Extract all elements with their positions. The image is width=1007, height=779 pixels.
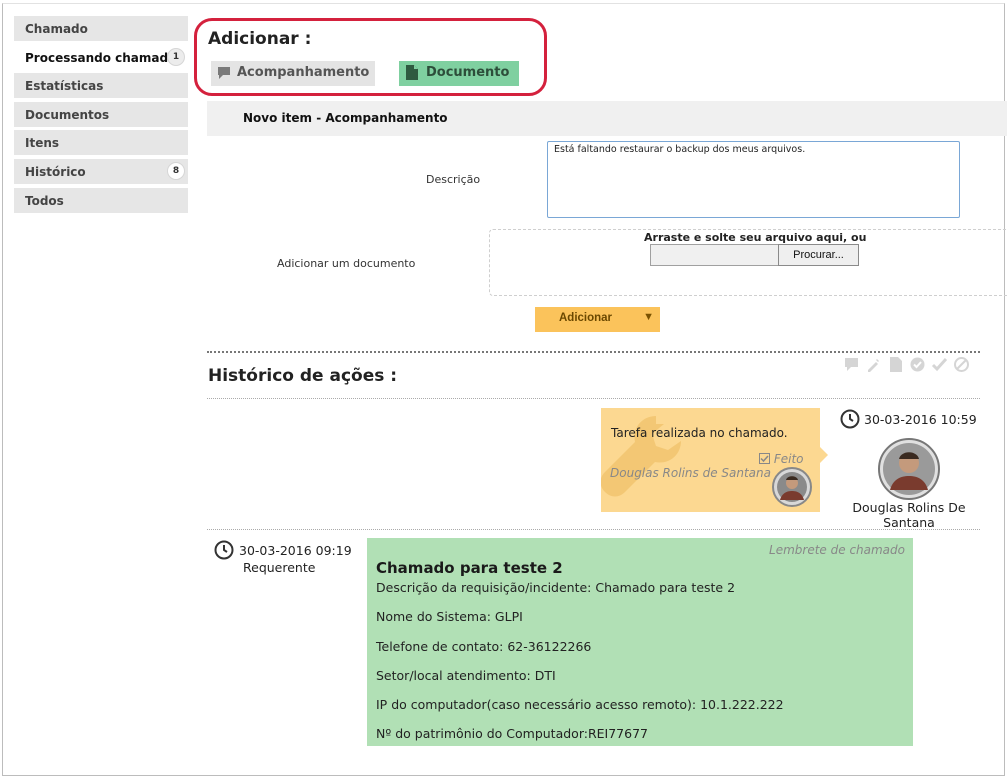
add-document-button[interactable]: Documento — [399, 61, 519, 86]
filter-document-icon[interactable] — [887, 356, 904, 373]
clock-icon — [214, 540, 234, 560]
history-filters — [843, 356, 970, 373]
sidebar-item-chamado[interactable]: Chamado — [14, 16, 188, 41]
sidebar: Chamado Processando chamado 1 Estatística… — [14, 16, 188, 216]
task-card-pointer — [819, 446, 828, 464]
caret-down-icon[interactable]: ▼ — [643, 311, 654, 323]
task-user: Douglas Rolins de Santana — [610, 466, 771, 480]
comment-icon — [218, 67, 230, 79]
task-datetime-text: 30-03-2016 10:59 — [864, 412, 977, 427]
sidebar-item-documentos[interactable]: Documentos — [14, 101, 188, 127]
sidebar-item-label: Estatísticas — [25, 79, 104, 94]
avatar — [772, 467, 812, 507]
form-header: Novo item - Acompanhamento — [207, 101, 1007, 136]
sidebar-item-itens[interactable]: Itens — [14, 130, 188, 156]
description-textarea[interactable]: Está faltando restaurar o backup dos meu… — [547, 141, 960, 218]
document-icon — [406, 65, 418, 80]
ticket-line: Descrição da requisição/incidente: Chama… — [376, 580, 736, 595]
browse-button[interactable]: Procurar... — [778, 244, 859, 266]
sidebar-item-label: Documentos — [25, 107, 110, 122]
description-label: Descrição — [426, 173, 481, 186]
ticket-card: Lembrete de chamado Chamado para teste 2… — [367, 538, 913, 746]
add-followup-label: Acompanhamento — [237, 65, 370, 80]
filter-task-icon[interactable] — [865, 356, 882, 373]
submit-button[interactable]: Adicionar ▼ — [535, 307, 660, 332]
section-divider — [207, 351, 980, 353]
sidebar-item-label: Itens — [25, 136, 60, 151]
add-followup-button[interactable]: Acompanhamento — [211, 61, 375, 86]
history-divider — [207, 398, 980, 399]
ticket-role: Requerente — [243, 560, 316, 575]
ticket-line: Nome do Sistema: GLPI — [376, 609, 523, 624]
sidebar-item-label: Chamado — [25, 22, 88, 36]
task-datetime: 30-03-2016 10:59 — [840, 409, 977, 432]
sidebar-item-historico[interactable]: Histórico 8 — [14, 158, 188, 184]
ticket-line: Telefone de contato: 62-36122266 — [376, 639, 592, 654]
author-avatar — [878, 438, 940, 500]
document-label: Adicionar um documento — [277, 257, 416, 270]
task-status-label: Feito — [773, 452, 804, 466]
sidebar-item-label: Todos — [25, 193, 64, 208]
sidebar-item-label: Histórico — [25, 164, 86, 179]
drop-zone-text: Arraste e solte seu arquivo aqui, ou — [644, 231, 867, 244]
filter-reset-icon[interactable] — [953, 356, 970, 373]
task-status: Feito — [759, 452, 804, 466]
file-path-input[interactable] — [650, 244, 778, 266]
count-badge: 8 — [167, 161, 185, 180]
ticket-line: IP do computador(caso necessário acesso … — [376, 697, 784, 712]
history-divider — [207, 529, 980, 530]
history-title: Histórico de ações : — [208, 366, 398, 386]
ticket-tag: Lembrete de chamado — [769, 543, 905, 557]
sidebar-item-todos[interactable]: Todos — [14, 187, 188, 213]
count-badge: 1 — [167, 47, 185, 66]
ticket-line: Setor/local atendimento: DTI — [376, 668, 556, 683]
submit-label: Adicionar — [559, 312, 613, 324]
ticket-title: Chamado para teste 2 — [376, 559, 563, 577]
filter-comment-icon[interactable] — [843, 356, 860, 373]
add-title: Adicionar : — [208, 29, 312, 49]
task-text: Tarefa realizada no chamado. — [611, 426, 788, 440]
filter-solution-icon[interactable] — [909, 356, 926, 373]
checkbox-checked-icon — [759, 453, 770, 464]
ticket-datetime: 30-03-2016 09:19 — [214, 540, 352, 563]
author-name: Douglas Rolins De Santana — [852, 500, 966, 530]
ticket-datetime-text: 30-03-2016 09:19 — [239, 543, 352, 558]
sidebar-item-processando-chamado[interactable]: Processando chamado 1 — [14, 44, 188, 70]
sidebar-item-estatisticas[interactable]: Estatísticas — [14, 73, 188, 99]
ticket-line: Nº do patrimônio do Computador:REI77677 — [376, 726, 648, 741]
filter-validation-icon[interactable] — [931, 356, 948, 373]
sidebar-item-label: Processando chamado — [25, 50, 177, 65]
add-document-label: Documento — [426, 65, 510, 80]
clock-icon — [840, 409, 860, 429]
wrench-watermark-icon — [601, 416, 681, 497]
task-card[interactable]: Tarefa realizada no chamado. Feito Dougl… — [601, 408, 820, 512]
